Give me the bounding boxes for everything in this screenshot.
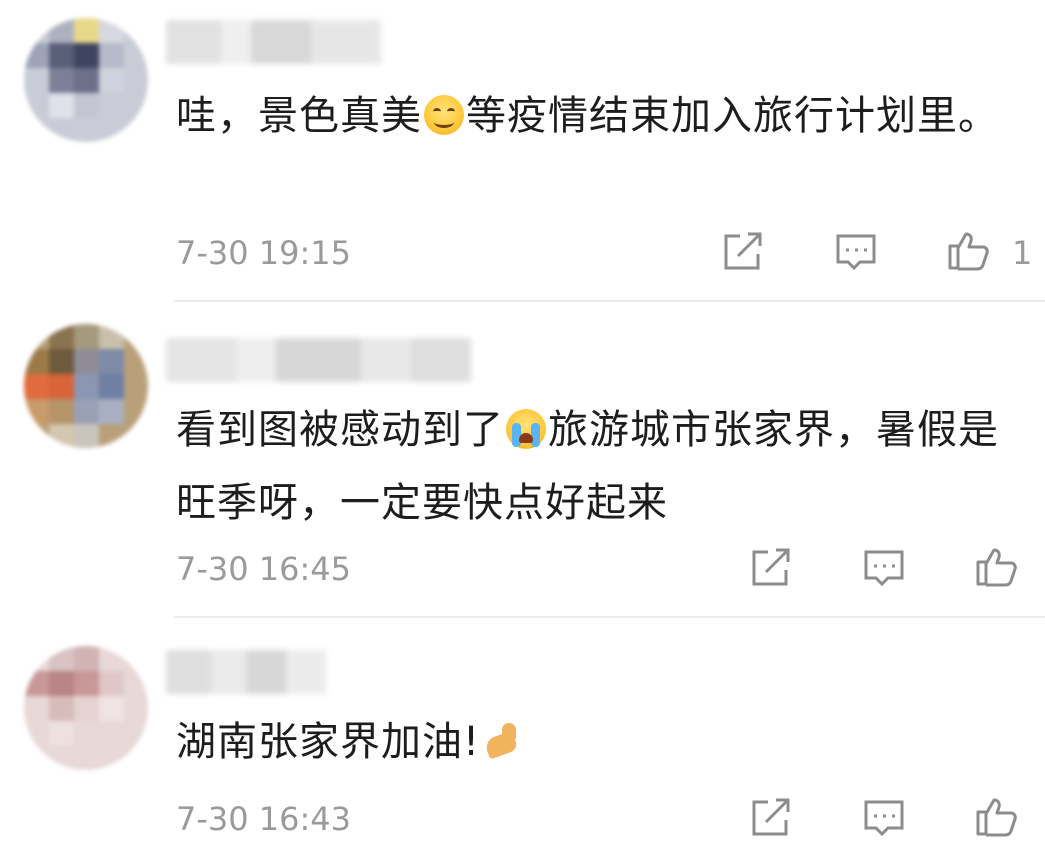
share-button[interactable] [746,544,794,592]
thumbs-up-icon [948,232,989,271]
share-icon [752,548,790,586]
comment-text: 哇，景色真美 等疫情结束加入旅行计划里。 [176,80,1036,153]
username-blurred[interactable] [166,650,326,694]
avatar[interactable] [24,646,148,770]
comment-icon [836,234,876,271]
avatar[interactable] [24,324,148,448]
comment-text-part: 哇，景色真美 [176,93,422,139]
crying-emoji [506,409,546,449]
comment-icon [864,550,904,587]
username-blurred[interactable] [166,338,471,382]
comment-item: 看到图被感动到了 旅游城市张家界，暑假是旺季呀，一定要快点好起来 7-30 16:… [0,320,1045,620]
comment-text-part: 等疫情结束加入旅行计划里。 [466,93,999,139]
comment-item: 哇，景色真美 等疫情结束加入旅行计划里。 7-30 19:15 1 [0,0,1045,302]
comment-text: 看到图被感动到了 旅游城市张家界，暑假是旺季呀，一定要快点好起来 [176,394,1036,540]
smile-emoji [424,95,464,135]
comment-timestamp: 7-30 16:43 [176,800,352,838]
like-button[interactable] [944,226,992,274]
reply-button[interactable] [832,228,880,276]
share-button[interactable] [746,794,794,842]
comment-text: 湖南张家界加油! [176,706,1036,779]
comment-text-part: 看到图被感动到了 [176,407,504,453]
comment-icon [864,800,904,837]
avatar[interactable] [24,18,148,142]
divider [174,616,1045,618]
share-icon [752,798,790,836]
reply-button[interactable] [860,544,908,592]
share-button[interactable] [718,228,766,276]
like-button[interactable] [972,542,1020,590]
comment-timestamp: 7-30 19:15 [176,234,352,272]
share-icon [724,232,762,270]
username-blurred[interactable] [166,20,381,64]
thumbs-up-icon [976,798,1017,837]
like-button[interactable] [972,792,1020,840]
comment-text-part: 湖南张家界加油! [176,719,481,765]
comment-item: 湖南张家界加油! 7-30 16:43 [0,636,1045,847]
like-count: 1 [1012,234,1033,272]
reply-button[interactable] [860,794,908,842]
divider [174,300,1045,302]
thumbs-up-icon [976,548,1017,587]
flexed-biceps-emoji [482,721,522,761]
comment-timestamp: 7-30 16:45 [176,550,352,588]
